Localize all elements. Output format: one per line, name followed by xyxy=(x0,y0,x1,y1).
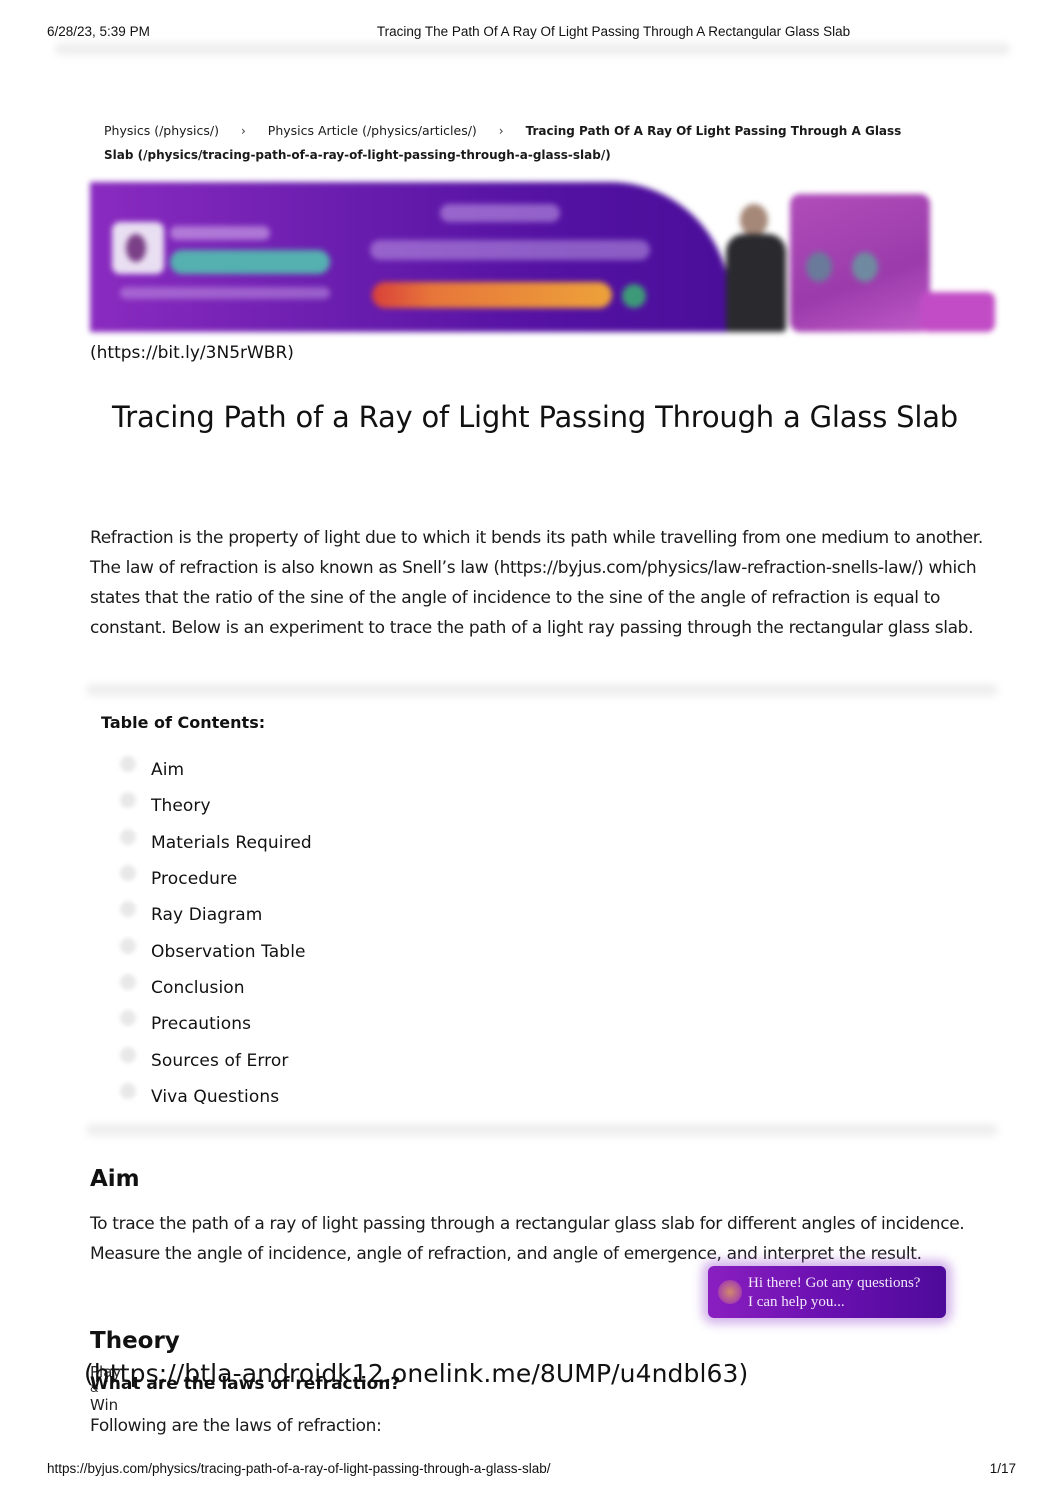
banner-bus-window xyxy=(806,252,832,282)
chat-popup[interactable]: Hi there! Got any questions? I can help … xyxy=(708,1266,946,1318)
intro-paragraph: Refraction is the property of light due … xyxy=(90,528,983,638)
chat-line-1: Hi there! Got any questions? xyxy=(748,1275,921,1291)
aim-heading: Aim xyxy=(90,1166,140,1192)
chat-message: Hi there! Got any questions? I can help … xyxy=(748,1274,920,1312)
bullet-icon xyxy=(120,865,136,882)
bullet-icon xyxy=(120,973,136,990)
toc-link-aim[interactable]: Aim xyxy=(151,760,184,780)
play-win-link[interactable]: (https://btla-androidk12.onelink.me/8UMP… xyxy=(84,1359,748,1388)
toc-link-sources-of-error[interactable]: Sources of Error xyxy=(151,1051,288,1071)
banner-person-head xyxy=(740,204,768,236)
toc-top-border xyxy=(86,684,998,696)
toc-link-viva-questions[interactable]: Viva Questions xyxy=(151,1087,279,1107)
toc-item[interactable]: Materials Required xyxy=(120,825,312,861)
bullet-icon xyxy=(120,756,136,773)
banner-headline-line1 xyxy=(440,204,560,222)
banner-link[interactable]: (https://bit.ly/3N5rWBR) xyxy=(90,343,294,363)
breadcrumb: Physics (/physics/) › Physics Article (/… xyxy=(104,119,934,167)
banner-brand-text xyxy=(170,226,270,240)
breadcrumb-separator-icon: › xyxy=(498,124,504,138)
toc-item[interactable]: Aim xyxy=(120,752,312,788)
play-win-line-3: Win xyxy=(90,1396,119,1414)
banner-headline-line2 xyxy=(370,240,650,260)
bullet-icon xyxy=(120,901,136,918)
banner-bus-window xyxy=(852,252,878,282)
toc-item[interactable]: Precautions xyxy=(120,1006,312,1042)
chat-line-2: I can help you... xyxy=(748,1294,845,1310)
toc-bottom-border xyxy=(86,1124,998,1136)
toc-link-conclusion[interactable]: Conclusion xyxy=(151,978,245,998)
bullet-icon xyxy=(120,937,136,954)
toc-list: Aim Theory Materials Required Procedure … xyxy=(120,752,312,1115)
breadcrumb-separator-icon: › xyxy=(241,124,246,138)
toc-item[interactable]: Procedure xyxy=(120,861,312,897)
toc-item[interactable]: Conclusion xyxy=(120,970,312,1006)
toc-link-theory[interactable]: Theory xyxy=(151,796,211,816)
toc-link-ray-diagram[interactable]: Ray Diagram xyxy=(151,905,262,925)
toc-item[interactable]: Sources of Error xyxy=(120,1042,312,1078)
aim-paragraph: To trace the path of a ray of light pass… xyxy=(90,1214,965,1264)
print-title: Tracing The Path Of A Ray Of Light Passi… xyxy=(376,24,851,39)
print-url: https://byjus.com/physics/tracing-path-o… xyxy=(47,1461,551,1476)
page-number: 1/17 xyxy=(989,1461,1016,1476)
bullet-icon xyxy=(120,1082,136,1099)
banner-cta-button xyxy=(372,282,612,308)
banner-whatsapp-icon xyxy=(622,284,646,308)
toc-link-precautions[interactable]: Precautions xyxy=(151,1014,251,1034)
chat-avatar-icon xyxy=(718,1280,742,1304)
toc-item[interactable]: Observation Table xyxy=(120,933,312,969)
promo-banner-image[interactable] xyxy=(90,182,1000,334)
bullet-icon xyxy=(120,1010,136,1027)
banner-subtext xyxy=(120,287,330,299)
banner-logo-mark xyxy=(126,234,146,262)
toc-link-materials[interactable]: Materials Required xyxy=(151,833,312,853)
toc-item[interactable]: Viva Questions xyxy=(120,1079,312,1115)
breadcrumb-physics[interactable]: Physics (/physics/) xyxy=(104,123,219,138)
toc-link-observation-table[interactable]: Observation Table xyxy=(151,942,306,962)
laws-intro-text: Following are the laws of refraction: xyxy=(90,1416,382,1436)
page-title: Tracing Path of a Ray of Light Passing T… xyxy=(112,400,958,434)
banner-bus-rear xyxy=(920,292,995,332)
bullet-icon xyxy=(120,828,136,845)
toc-title: Table of Contents: xyxy=(101,713,266,732)
bullet-icon xyxy=(120,792,136,809)
theory-heading: Theory xyxy=(90,1328,180,1354)
toc-link-procedure[interactable]: Procedure xyxy=(151,869,237,889)
banner-brand-badge xyxy=(170,250,330,274)
breadcrumb-physics-article[interactable]: Physics Article (/physics/articles/) xyxy=(268,123,477,138)
banner-person-body xyxy=(726,234,786,332)
toc-item[interactable]: Theory xyxy=(120,788,312,824)
header-divider xyxy=(55,40,1010,58)
bullet-icon xyxy=(120,1046,136,1063)
toc-item[interactable]: Ray Diagram xyxy=(120,897,312,933)
